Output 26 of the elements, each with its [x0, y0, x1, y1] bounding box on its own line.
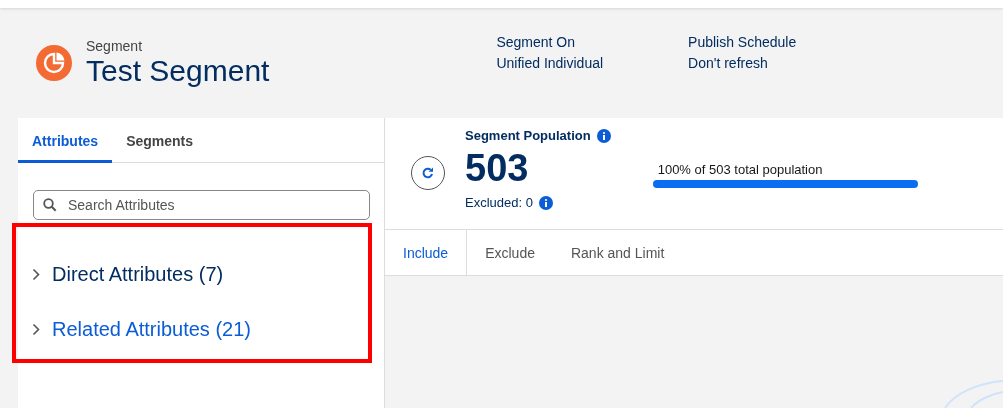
info-icon[interactable]	[596, 128, 611, 143]
info-icon[interactable]	[538, 195, 553, 210]
tab[interactable]: Rank and Limit	[552, 230, 683, 275]
segment-title: Test Segment	[86, 54, 270, 88]
chevron-icon	[32, 268, 40, 281]
refresh-button[interactable]	[411, 156, 445, 190]
field-value: Unified Individual	[496, 54, 604, 73]
population-count: 503	[465, 146, 530, 191]
object-type: Segment	[86, 38, 144, 54]
decoration-drawing	[943, 378, 1003, 408]
field-label: Publish Schedule	[688, 33, 797, 52]
tree-item[interactable]: Related Attributes (21)	[16, 302, 257, 357]
pie-chart-icon	[36, 45, 72, 81]
tab[interactable]: Segments	[112, 118, 208, 163]
tree-item[interactable]: Direct Attributes (7)	[16, 247, 230, 302]
search-field[interactable]: Search Attributes	[33, 190, 370, 220]
tab[interactable]: Attributes	[18, 118, 113, 163]
chevron-icon	[32, 323, 40, 336]
population-title: Segment Population	[465, 128, 591, 143]
field-label: Segment On	[496, 33, 577, 52]
excluded-count: Excluded: 0	[465, 195, 533, 210]
population-percentage: 100% of 503 total population	[657, 162, 824, 177]
field-value: Don't refresh	[688, 54, 769, 73]
tab[interactable]: Include	[385, 230, 468, 275]
tab[interactable]: Exclude	[467, 230, 553, 275]
refresh-icon	[421, 166, 435, 180]
